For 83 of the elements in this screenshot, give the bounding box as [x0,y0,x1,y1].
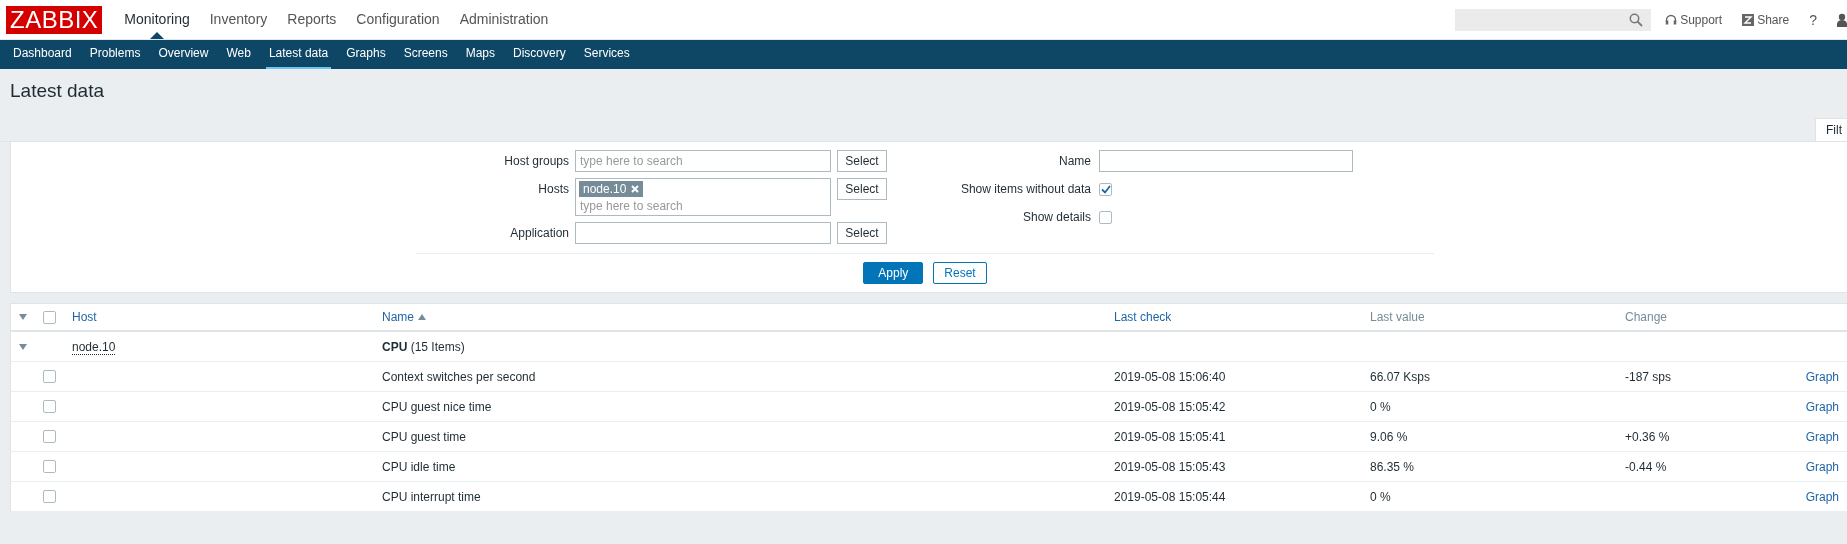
last-value-cell: 86.35 % [1370,459,1415,474]
graph-link[interactable]: Graph [1805,489,1839,504]
item-name: CPU guest time [382,429,467,444]
column-header[interactable]: Change [1625,310,1668,324]
row-checkbox[interactable] [43,370,56,383]
field-label: Application [509,225,569,242]
graph-link[interactable]: Graph [1805,399,1839,414]
change-cell: -187 sps [1625,369,1672,384]
checkbox[interactable] [1099,210,1112,224]
host-link[interactable]: node.10 [72,339,116,355]
item-name: CPU guest nice time [382,399,492,414]
select-all-checkbox[interactable] [43,310,56,324]
main-menu-item[interactable]: Reports [287,0,337,39]
column-header[interactable]: Last value [1370,310,1425,324]
field-label: Show details [1021,209,1091,226]
select-button[interactable]: Select [837,222,887,244]
help-link[interactable]: ? [1809,11,1817,28]
last-check-cell: 2019-05-08 15:05:44 [1114,489,1226,504]
main-menu-item[interactable]: Inventory [209,0,268,39]
name-field[interactable] [1099,150,1353,172]
submenu-item[interactable]: Latest data [265,40,332,69]
checkbox[interactable] [1099,182,1112,196]
host-groups-field[interactable]: type here to search [575,150,831,172]
headset-icon [1665,13,1678,26]
application-group: CPU (15 Items) [382,339,465,354]
apply-button[interactable]: Apply [863,262,924,284]
last-value-cell: 66.07 Ksps [1370,369,1431,384]
submenu-item[interactable]: Screens [400,40,451,69]
zabbix-logo[interactable]: ZABBIX [6,5,103,34]
page-title: Latest data [10,80,105,102]
submenu-item[interactable]: Services [580,40,633,69]
select-button[interactable]: Select [837,178,887,200]
graph-link[interactable]: Graph [1805,369,1839,384]
collapse-icon[interactable] [19,314,27,320]
submenu-item[interactable]: Dashboard [10,40,75,69]
field-label: Name [1058,153,1091,170]
submenu-item[interactable]: Problems [86,40,144,69]
sort-arrow-icon [418,314,426,320]
last-value-cell: 9.06 % [1370,429,1408,444]
change-cell: +0.36 % [1625,429,1670,444]
main-menu-item[interactable]: Administration [459,0,549,39]
row-checkbox[interactable] [43,460,56,473]
remove-icon[interactable] [631,185,640,193]
expand-toggle-icon[interactable] [19,343,27,350]
reset-button[interactable]: Reset [933,262,987,284]
submenu-item[interactable]: Discovery [510,40,569,69]
submenu-item[interactable]: Maps [462,40,498,69]
item-name: CPU interrupt time [382,489,481,504]
share-logo-icon [1742,13,1755,26]
item-name: CPU idle time [382,459,456,474]
submenu-item[interactable]: Web [223,40,254,69]
application-field[interactable] [575,222,831,244]
row-checkbox[interactable] [43,400,56,413]
search-icon [1629,12,1644,27]
share-link[interactable]: Share [1742,12,1790,27]
item-name: Context switches per second [382,369,536,384]
field-label: Host groups [503,153,569,170]
field-label: Hosts [537,181,569,198]
main-menu-item[interactable]: Configuration [356,0,440,39]
row-checkbox[interactable] [43,430,56,443]
field-label: Show items without data [959,181,1091,198]
row-checkbox[interactable] [43,490,56,503]
user-icon[interactable] [1837,12,1847,27]
last-check-cell: 2019-05-08 15:05:43 [1114,459,1226,474]
last-value-cell: 0 % [1370,399,1391,414]
submenu-item[interactable]: Graphs [343,40,389,69]
last-check-cell: 2019-05-08 15:05:41 [1114,429,1226,444]
filter-tab[interactable]: Filt [1815,118,1847,141]
last-value-cell: 0 % [1370,489,1391,504]
column-header[interactable]: Host [72,310,97,324]
submenu-item[interactable]: Overview [155,40,212,69]
host-tag: node.10 [579,181,644,197]
last-check-cell: 2019-05-08 15:05:42 [1114,399,1226,414]
change-cell: -0.44 % [1625,459,1667,474]
support-link[interactable]: Support [1665,12,1723,27]
main-menu-item[interactable]: Monitoring [124,0,190,39]
column-header[interactable]: Name [382,310,426,324]
graph-link[interactable]: Graph [1805,429,1839,444]
column-header[interactable]: Last check [1114,310,1172,324]
select-button[interactable]: Select [837,150,887,172]
graph-link[interactable]: Graph [1805,459,1839,474]
last-check-cell: 2019-05-08 15:06:40 [1114,369,1226,384]
search-field[interactable] [1455,8,1652,31]
